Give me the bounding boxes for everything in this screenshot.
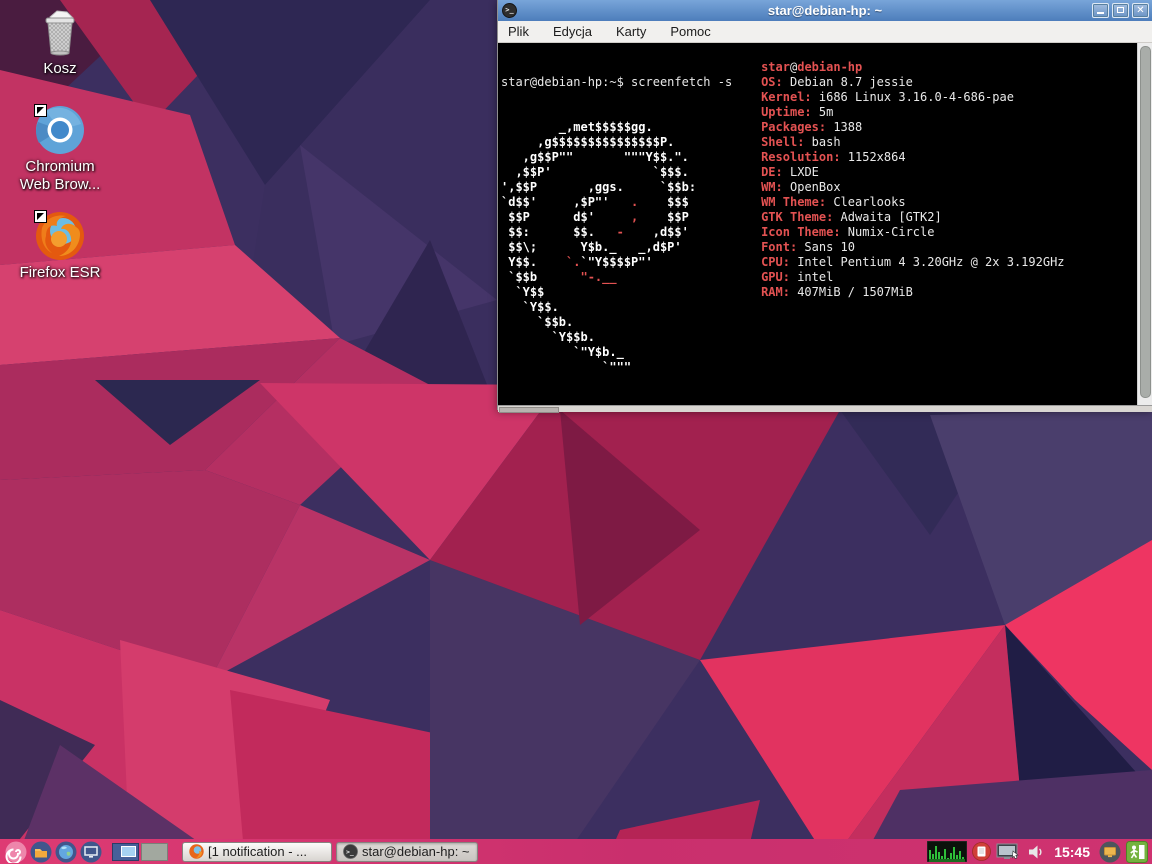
system-info: star@debian-hpOS: Debian 8.7 jessieKerne… — [761, 60, 1064, 300]
logout-button[interactable] — [1126, 841, 1148, 863]
computer-icon[interactable] — [1099, 841, 1121, 863]
desktop-icon-label-line1: Chromium — [10, 158, 110, 176]
window-titlebar[interactable]: >_ star@debian-hp: ~ ✕ — [498, 0, 1152, 21]
system-info-line: Kernel: i686 Linux 3.16.0-4-686-pae — [761, 90, 1064, 105]
system-info-line: Font: Sans 10 — [761, 240, 1064, 255]
firefox-task-icon — [189, 844, 204, 859]
update-notifier-icon[interactable] — [972, 842, 991, 861]
menu-pomoc[interactable]: Pomoc — [670, 24, 710, 39]
menu-karty[interactable]: Karty — [616, 24, 646, 39]
terminal-window: >_ star@debian-hp: ~ ✕ Plik Edycja Karty… — [497, 0, 1152, 410]
system-info-line: GTK Theme: Adwaita [GTK2] — [761, 210, 1064, 225]
web-browser-button[interactable] — [55, 841, 77, 863]
system-info-line: Uptime: 5m — [761, 105, 1064, 120]
desktop-icon-label: Firefox ESR — [10, 264, 110, 282]
taskbar: [1 notification - ... >_ star@debian-hp:… — [0, 839, 1152, 864]
menu-button[interactable] — [5, 841, 27, 863]
workspace-pager — [112, 843, 168, 861]
system-info-line: Shell: bash — [761, 135, 1064, 150]
task-label: [1 notification - ... — [208, 844, 307, 859]
system-info-line: WM: OpenBox — [761, 180, 1064, 195]
volume-icon[interactable] — [1027, 843, 1045, 861]
minimize-button[interactable] — [1092, 3, 1109, 18]
ascii-art-line: `""" — [501, 360, 1138, 375]
svg-text:>_: >_ — [346, 848, 354, 856]
ascii-art-line: `Y$$b. — [501, 330, 1138, 345]
shortcut-arrow-icon — [34, 210, 47, 223]
workspace-2[interactable] — [141, 843, 168, 861]
system-info-line: star@debian-hp — [761, 60, 1064, 75]
desktop-icon-firefox[interactable]: Firefox ESR — [10, 212, 110, 282]
menu-edycja[interactable]: Edycja — [553, 24, 592, 39]
ascii-art-line: `$$b. — [501, 315, 1138, 330]
maximize-button[interactable] — [1112, 3, 1129, 18]
terminal-bottom-strip — [498, 405, 1152, 412]
display-tray-icon[interactable] — [996, 842, 1022, 862]
window-title: star@debian-hp: ~ — [498, 3, 1152, 18]
cpu-monitor[interactable] — [927, 841, 967, 862]
trash-icon — [36, 8, 84, 56]
terminal-window-icon: >_ — [502, 3, 517, 18]
terminal-content[interactable]: star@debian-hp:~$ screenfetch -s _,met$$… — [498, 43, 1152, 405]
ascii-art-line: `Y$$. — [501, 300, 1138, 315]
system-tray: 15:45 — [927, 841, 1152, 863]
task-button-terminal[interactable]: >_ star@debian-hp: ~ — [336, 842, 478, 862]
scrollbar-thumb[interactable] — [1140, 46, 1151, 398]
system-info-line: Resolution: 1152x864 — [761, 150, 1064, 165]
pager-window — [121, 846, 136, 857]
system-info-line: DE: LXDE — [761, 165, 1064, 180]
task-label: star@debian-hp: ~ — [362, 844, 470, 859]
system-info-line: GPU: intel — [761, 270, 1064, 285]
desktop-icon-label: Kosz — [10, 60, 110, 78]
desktop: Kosz Chromium Web Brow... — [0, 0, 1152, 864]
close-button[interactable]: ✕ — [1132, 3, 1149, 18]
file-manager-button[interactable] — [30, 841, 52, 863]
terminal-menubar: Plik Edycja Karty Pomoc — [498, 21, 1152, 43]
ascii-art-line: `"Y$b._ — [501, 345, 1138, 360]
terminal-scrollbar[interactable] — [1137, 43, 1152, 405]
system-info-line: RAM: 407MiB / 1507MiB — [761, 285, 1064, 300]
shortcut-arrow-icon — [34, 104, 47, 117]
workspace-1[interactable] — [112, 843, 139, 861]
desktop-icon-trash[interactable]: Kosz — [10, 8, 110, 78]
clock: 15:45 — [1054, 844, 1090, 860]
system-info-line: Icon Theme: Numix-Circle — [761, 225, 1064, 240]
display-settings-button[interactable] — [80, 841, 102, 863]
system-info-line: CPU: Intel Pentium 4 3.20GHz @ 2x 3.192G… — [761, 255, 1064, 270]
task-button-firefox[interactable]: [1 notification - ... — [182, 842, 332, 862]
menu-plik[interactable]: Plik — [508, 24, 529, 39]
terminal-task-icon: >_ — [343, 844, 358, 859]
system-info-line: OS: Debian 8.7 jessie — [761, 75, 1064, 90]
system-info-line: Packages: 1388 — [761, 120, 1064, 135]
system-info-line: WM Theme: Clearlooks — [761, 195, 1064, 210]
hscrollbar-thumb[interactable] — [499, 407, 559, 413]
desktop-icon-label-line2: Web Brow... — [10, 176, 110, 194]
desktop-icon-chromium[interactable]: Chromium Web Brow... — [10, 106, 110, 194]
